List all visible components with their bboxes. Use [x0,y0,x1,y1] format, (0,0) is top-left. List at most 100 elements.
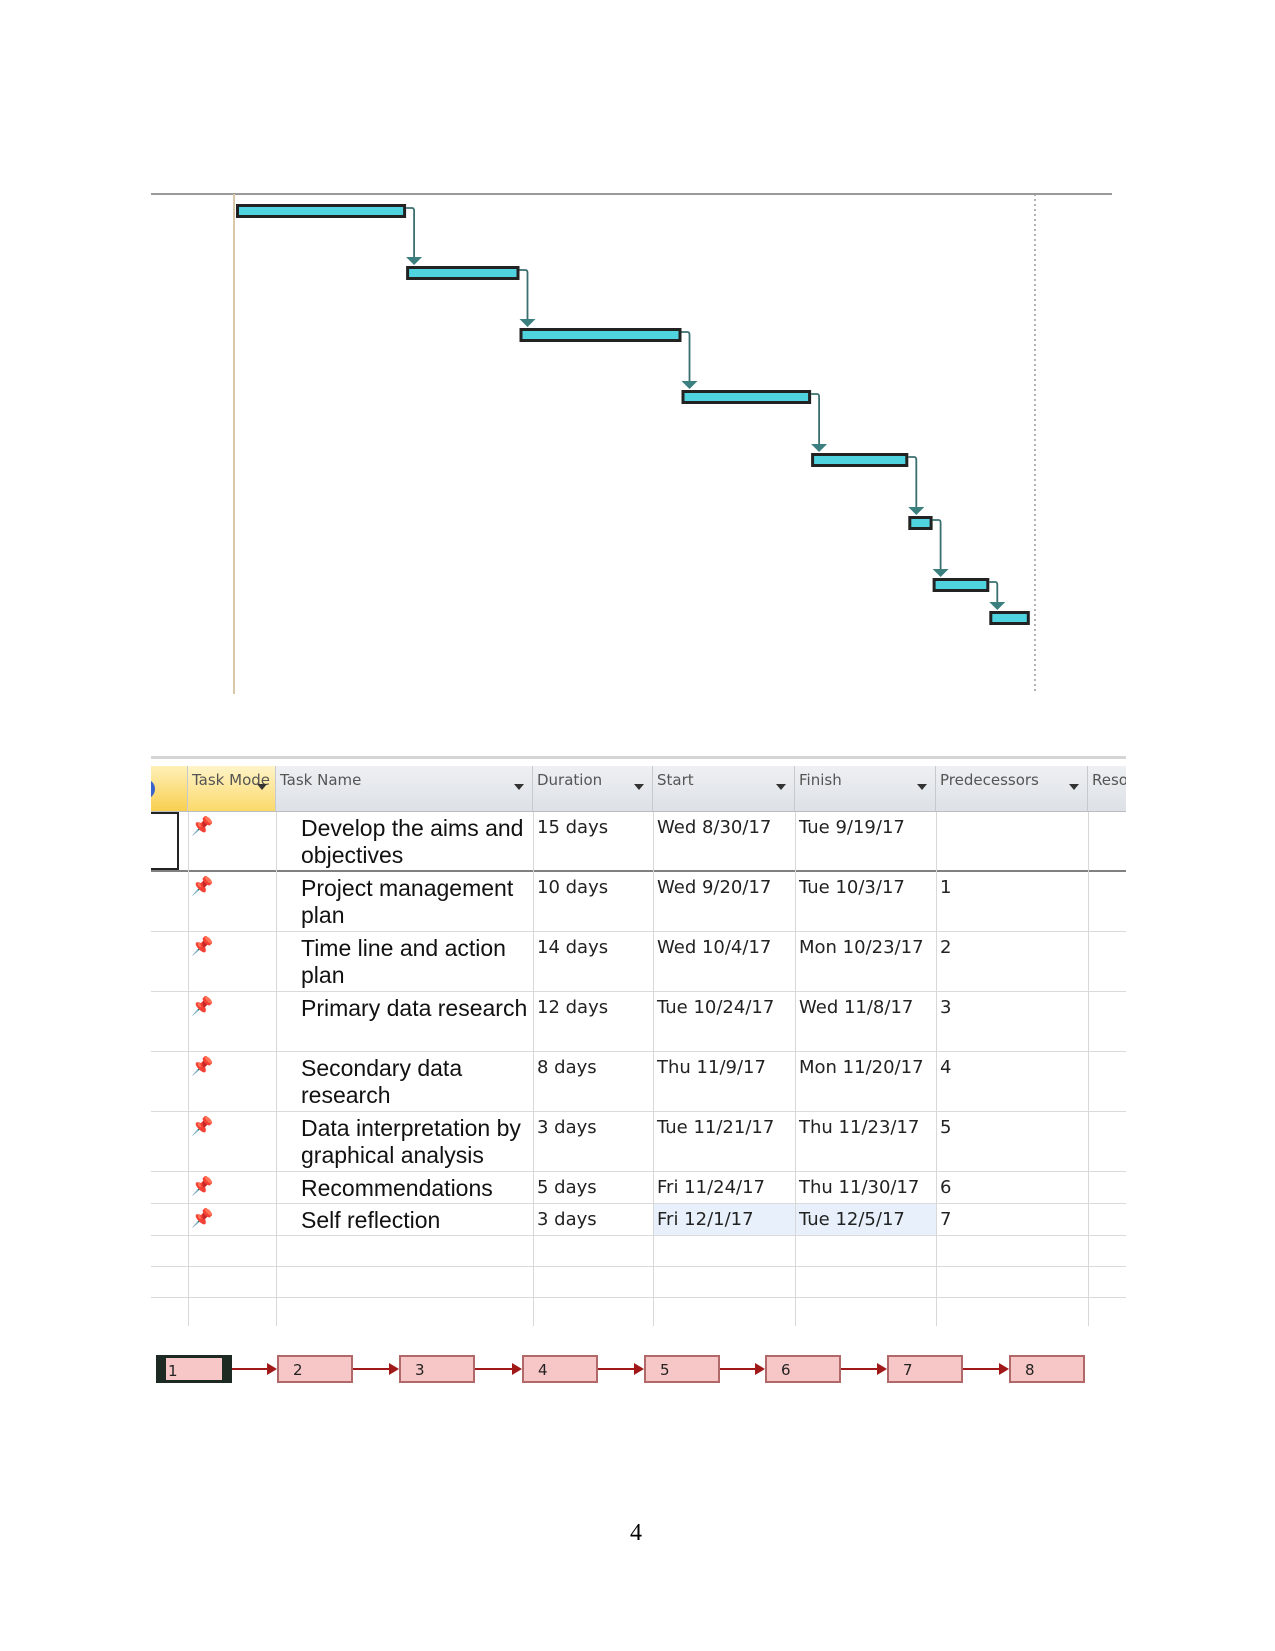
duration-cell[interactable]: 12 days [533,992,653,1023]
duration-cell[interactable]: 10 days [533,872,653,903]
start-cell[interactable]: Fri 12/1/17 [653,1204,795,1235]
table-row[interactable]: 📌 Data interpretation by graphical analys… [151,1112,1126,1172]
table-row[interactable]: 📌 Self reflection 3 days Fri 12/1/17 Tue 12/… [151,1204,1126,1236]
task-name-cell[interactable]: Self reflection [276,1204,533,1234]
duration-cell[interactable]: 14 days [533,932,653,963]
table-row[interactable]: 📌 Develop the aims and objectives 15 days W… [151,812,1126,872]
task-name-cell[interactable]: Recommendations [276,1172,533,1202]
header-task-mode[interactable]: Task Mode [188,766,276,812]
predecessors-cell[interactable]: 2 [936,932,1088,963]
network-node[interactable]: 7 [887,1355,963,1383]
dropdown-arrow-icon[interactable] [917,784,927,790]
predecessors-cell[interactable] [936,812,1088,822]
finish-cell[interactable]: Mon 10/23/17 [795,932,936,991]
task-name-cell[interactable]: Primary data research [276,992,533,1022]
dropdown-arrow-icon[interactable] [776,784,786,790]
dependency-link [908,456,918,514]
table-row[interactable]: 📌 Project management plan 10 days Wed 9/20/… [151,872,1126,932]
predecessors-cell[interactable]: 3 [936,992,1088,1023]
task-bar[interactable] [522,331,679,339]
finish-cell[interactable]: Wed 11/8/17 [795,992,936,1051]
network-node[interactable]: 4 [522,1355,598,1383]
empty-row[interactable] [151,1236,1126,1267]
start-cell[interactable]: Wed 8/30/17 [653,812,795,870]
table-row[interactable]: 📌 Secondary data research 8 days Thu 11/9/1… [151,1052,1126,1112]
header-label: Start [657,771,694,789]
finish-cell[interactable]: Mon 11/20/17 [795,1052,936,1111]
finish-cell[interactable]: Thu 11/30/17 [795,1172,936,1203]
duration-cell[interactable]: 8 days [533,1052,653,1083]
table-row[interactable]: 📌 Time line and action plan 14 days Wed 10/… [151,932,1126,992]
network-node[interactable]: 6 [765,1355,841,1383]
empty-row[interactable] [151,1267,1126,1298]
header-duration[interactable]: Duration [533,766,653,812]
column-divider [533,812,534,1326]
dependency-arrow-icon [811,444,828,452]
start-cell[interactable]: Wed 10/4/17 [653,932,795,991]
header-resources[interactable]: Reso [1088,766,1126,812]
task-name-cell[interactable]: Project management plan [276,872,533,929]
task-bar[interactable] [814,456,906,464]
manual-schedule-pin-icon: 📌 [191,996,214,1017]
link-arrow-icon [634,1363,644,1375]
dependency-arrow-icon [932,569,949,577]
dependency-arrow-icon [519,319,536,327]
finish-cell[interactable]: Tue 12/5/17 [795,1204,936,1235]
manual-schedule-pin-icon: 📌 [191,1208,214,1229]
duration-cell[interactable]: 5 days [533,1172,653,1203]
link-arrow-icon [755,1363,765,1375]
info-icon: i [151,779,155,799]
task-bar[interactable] [911,519,930,527]
task-bar[interactable] [992,614,1027,622]
table-row[interactable]: 📌 Primary data research 12 days Tue 10/24/1… [151,992,1126,1052]
finish-cell[interactable]: Tue 10/3/17 [795,872,936,931]
dropdown-arrow-icon[interactable] [1069,784,1079,790]
column-divider [795,812,796,1326]
task-name-cell[interactable]: Data interpretation by graphical analysi… [276,1112,533,1169]
network-node[interactable]: 2 [277,1355,353,1383]
dependency-link [681,331,691,388]
network-node[interactable]: 8 [1009,1355,1085,1383]
task-name-cell[interactable]: Time line and action plan [276,932,533,989]
start-cell[interactable]: Fri 11/24/17 [653,1172,795,1203]
header-predecessors[interactable]: Predecessors [936,766,1088,812]
duration-cell[interactable]: 3 days [533,1204,653,1235]
row-selector[interactable] [151,812,179,870]
network-node[interactable]: 3 [399,1355,475,1383]
network-node[interactable]: 1 [156,1355,232,1383]
task-name-cell[interactable]: Secondary data research [276,1052,533,1109]
header-info[interactable]: i [151,766,188,812]
header-task-name[interactable]: Task Name [276,766,533,812]
start-cell[interactable]: Tue 10/24/17 [653,992,795,1051]
start-cell[interactable]: Wed 9/20/17 [653,872,795,931]
dropdown-arrow-icon[interactable] [634,784,644,790]
task-name-cell[interactable]: Develop the aims and objectives [276,812,533,869]
link-arrow-icon [999,1363,1009,1375]
dropdown-arrow-icon[interactable] [514,784,524,790]
duration-cell[interactable]: 3 days [533,1112,653,1143]
column-divider [276,812,277,1326]
task-bar[interactable] [239,207,404,215]
duration-cell[interactable]: 15 days [533,812,653,843]
table-row[interactable]: 📌 Recommendations 5 days Fri 11/24/17 Thu 11… [151,1172,1126,1204]
network-node[interactable]: 5 [644,1355,720,1383]
predecessors-cell[interactable]: 4 [936,1052,1088,1083]
predecessors-cell[interactable]: 5 [936,1112,1088,1143]
start-cell[interactable]: Thu 11/9/17 [653,1052,795,1111]
task-bar[interactable] [684,393,809,401]
header-start[interactable]: Start [653,766,795,812]
column-divider [188,812,189,1326]
network-link [841,1368,879,1370]
finish-cell[interactable]: Tue 9/19/17 [795,812,936,870]
predecessors-cell[interactable]: 6 [936,1172,1088,1203]
header-finish[interactable]: Finish [795,766,936,812]
dropdown-arrow-icon[interactable] [257,784,267,790]
network-link [475,1368,514,1370]
link-arrow-icon [877,1363,887,1375]
predecessors-cell[interactable]: 7 [936,1204,1088,1235]
task-bar[interactable] [409,269,517,277]
start-cell[interactable]: Tue 11/21/17 [653,1112,795,1171]
predecessors-cell[interactable]: 1 [936,872,1088,903]
task-bar[interactable] [935,581,987,589]
finish-cell[interactable]: Thu 11/23/17 [795,1112,936,1171]
